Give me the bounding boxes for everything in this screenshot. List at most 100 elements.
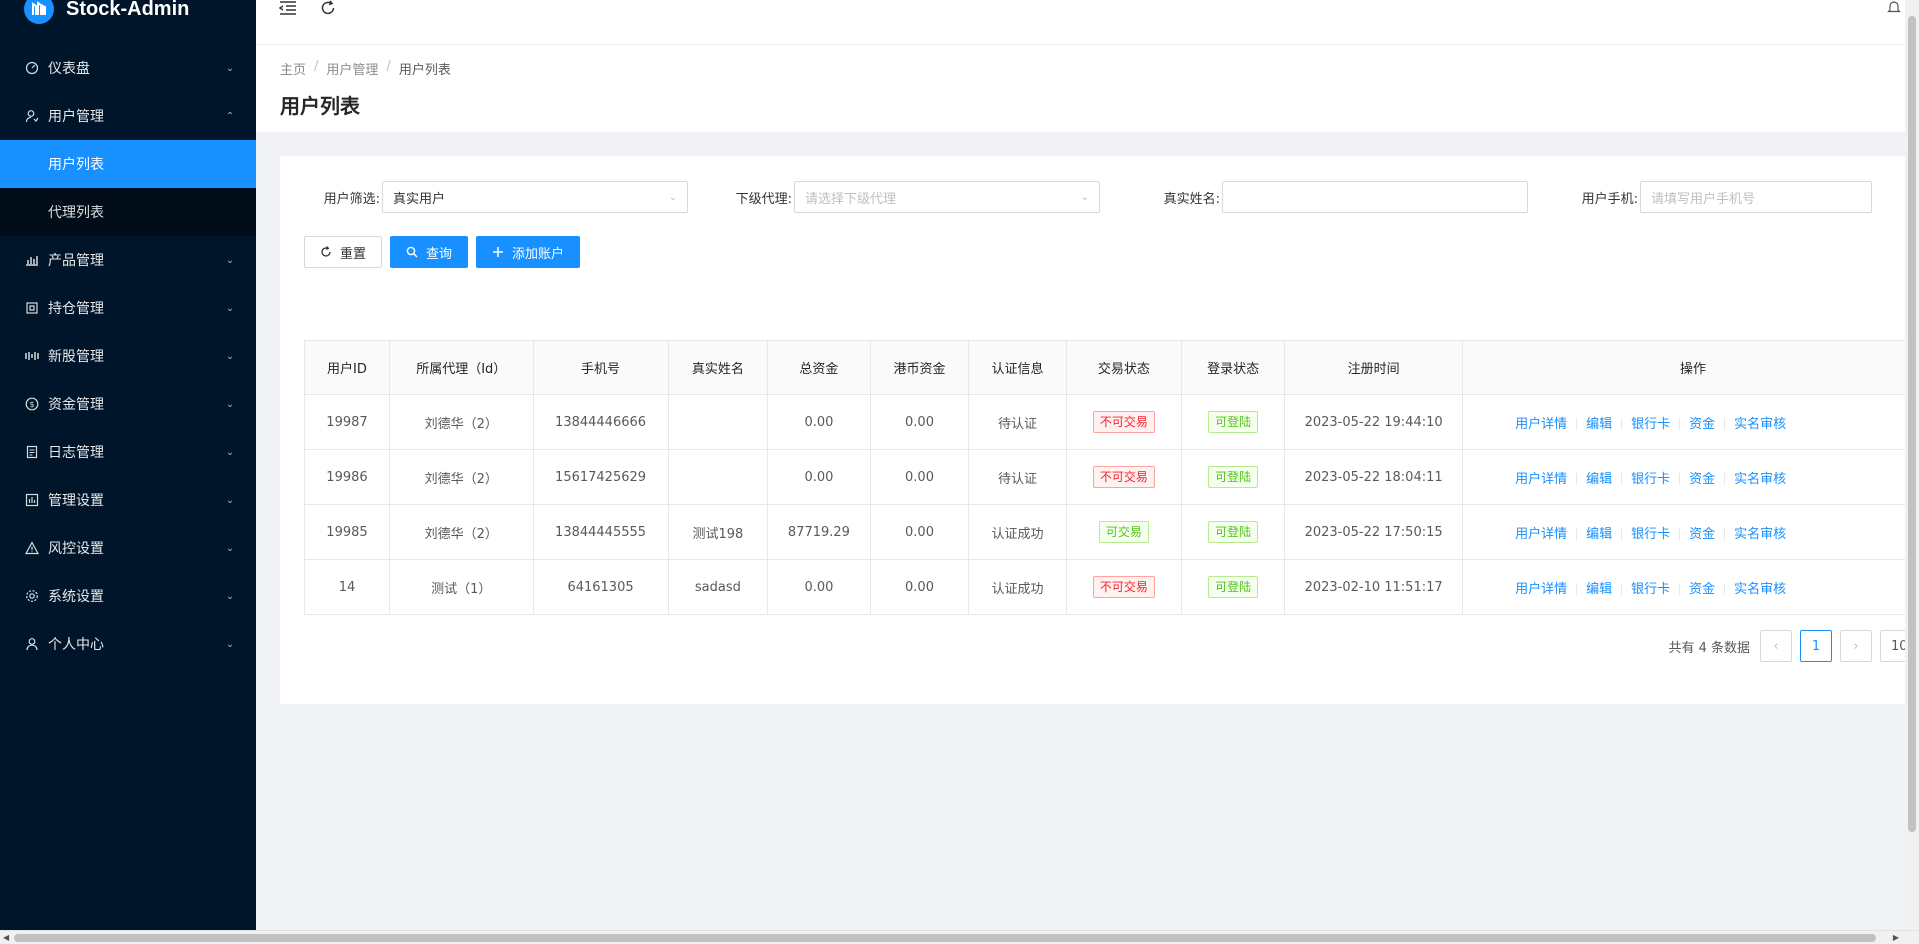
edit-link[interactable]: 编辑 — [1586, 417, 1612, 432]
realname-review-link[interactable]: 实名审核 — [1734, 472, 1786, 487]
sidebar-item-user-list[interactable]: 用户列表 — [0, 140, 256, 188]
chevron-down-icon: ⌄ — [1080, 191, 1089, 203]
filter-phone: 用户手机: 请填写用户手机号 — [1528, 181, 1872, 213]
horizontal-scrollbar[interactable]: ◀ ▶ — [0, 930, 1919, 944]
table-cell-auth: 认证成功 — [968, 504, 1067, 560]
table-row: 14 测试（1） 64161305 sadasd 0.00 0.00 认证成功 不可交易 可登陆… — [304, 559, 1919, 615]
bank-card-link[interactable]: 银行卡 — [1631, 472, 1670, 487]
user-filter-select[interactable]: 真实用户 ⌄ — [382, 181, 688, 213]
trade-status-badge: 可交易 — [1098, 521, 1149, 543]
sub-agent-select[interactable]: 请选择下级代理 ⌄ — [794, 181, 1100, 213]
sidebar-item-logs[interactable]: 日志管理 ⌄ — [0, 428, 256, 476]
sidebar-item-label: 新股管理 — [48, 349, 104, 365]
pagination-total: 共有 4 条数据 — [1668, 640, 1750, 656]
user-detail-link[interactable]: 用户详情 — [1515, 472, 1567, 487]
sidebar-item-agent-list[interactable]: 代理列表 — [0, 188, 256, 236]
action-divider — [1679, 473, 1681, 485]
bank-card-link[interactable]: 银行卡 — [1631, 527, 1670, 542]
realname-review-link[interactable]: 实名审核 — [1734, 527, 1786, 542]
sidebar-item-admin-settings[interactable]: 管理设置 ⌄ — [0, 476, 256, 524]
add-account-button[interactable]: 添加账户 — [476, 236, 581, 268]
menu-fold-icon[interactable] — [278, 0, 298, 18]
vertical-scrollbar[interactable] — [1905, 0, 1919, 930]
real-name-input[interactable] — [1222, 181, 1528, 213]
table-cell-name: 测试198 — [667, 504, 769, 560]
action-divider — [1724, 473, 1726, 485]
sidebar-item-ipo[interactable]: 新股管理 ⌄ — [0, 332, 256, 380]
query-button-label: 查询 — [426, 246, 453, 262]
sidebar-item-funds[interactable]: $ 资金管理 ⌄ — [0, 380, 256, 428]
edit-link[interactable]: 编辑 — [1586, 582, 1612, 597]
filter-sub-agent: 下级代理: 请选择下级代理 ⌄ — [688, 181, 1100, 213]
scrollbar-thumb[interactable] — [1908, 16, 1916, 832]
funds-link[interactable]: 资金 — [1689, 417, 1715, 432]
bank-card-link[interactable]: 银行卡 — [1631, 582, 1670, 597]
realname-review-link[interactable]: 实名审核 — [1734, 417, 1786, 432]
funds-link[interactable]: 资金 — [1689, 472, 1715, 487]
user-manage-icon — [24, 108, 40, 124]
breadcrumb-item-user-management[interactable]: 用户管理 — [326, 59, 378, 78]
column-header: 所属代理（Id） — [388, 340, 534, 395]
trade-status-badge: 不可交易 — [1092, 411, 1155, 433]
edit-link[interactable]: 编辑 — [1586, 527, 1612, 542]
position-icon — [24, 300, 40, 316]
scrollbar-thumb[interactable] — [14, 934, 1876, 942]
next-page-button[interactable]: › — [1840, 630, 1872, 662]
table-cell-id: 19986 — [304, 449, 390, 505]
chevron-up-icon: ⌃ — [225, 110, 235, 122]
funds-link[interactable]: 资金 — [1689, 582, 1715, 597]
sidebar-item-label: 用户列表 — [48, 157, 104, 173]
table-cell-hkd: 0.00 — [869, 559, 970, 615]
bell-icon[interactable] — [1887, 0, 1903, 16]
sidebar-item-label: 个人中心 — [48, 637, 104, 653]
chevron-left-icon: ‹ — [1773, 638, 1779, 654]
sidebar-item-risk-settings[interactable]: 风控设置 ⌄ — [0, 524, 256, 572]
main-area: 主页 / 用户管理 / 用户列表 用户列表 用户筛选: 真实用户 ⌄ 下级代理:… — [256, 0, 1919, 944]
refresh-icon[interactable] — [318, 0, 338, 18]
table-cell-id: 19987 — [304, 394, 390, 450]
breadcrumb-item-home[interactable]: 主页 — [280, 59, 306, 78]
column-header: 交易状态 — [1065, 340, 1183, 395]
logo[interactable]: Stock-Admin — [0, 0, 256, 30]
scroll-right-icon[interactable]: ▶ — [1893, 933, 1899, 942]
chevron-down-icon: ⌄ — [225, 542, 235, 554]
table-cell-total: 0.00 — [767, 449, 871, 505]
page-button[interactable]: 1 — [1800, 630, 1832, 662]
sidebar-item-positions[interactable]: 持仓管理 ⌄ — [0, 284, 256, 332]
realname-review-link[interactable]: 实名审核 — [1734, 582, 1786, 597]
prev-page-button[interactable]: ‹ — [1760, 630, 1792, 662]
login-status-badge: 可登陆 — [1208, 576, 1259, 598]
action-divider — [1621, 473, 1623, 485]
action-divider — [1576, 528, 1578, 540]
sidebar-item-user-management[interactable]: 用户管理 ⌃ — [0, 92, 256, 140]
funds-link[interactable]: 资金 — [1689, 527, 1715, 542]
table-cell-hkd: 0.00 — [869, 504, 970, 560]
table-cell-time: 2023-02-10 11:51:17 — [1284, 559, 1464, 615]
sidebar: Stock-Admin 仪表盘 ⌄ 用户管理 ⌃ 用户列表 代理列表 产品管理 … — [0, 0, 256, 944]
scroll-left-icon[interactable]: ◀ — [3, 933, 9, 942]
sidebar-item-personal-center[interactable]: 个人中心 ⌄ — [0, 620, 256, 668]
reload-icon — [320, 246, 332, 258]
table-cell-agent: 刘德华（2） — [388, 449, 534, 505]
action-divider — [1621, 418, 1623, 430]
query-button[interactable]: 查询 — [390, 236, 469, 268]
log-icon — [24, 444, 40, 460]
sidebar-item-system-settings[interactable]: 系统设置 ⌄ — [0, 572, 256, 620]
user-detail-link[interactable]: 用户详情 — [1515, 582, 1567, 597]
table-cell-actions: 用户详情 编辑 银行卡 资金 实名审核 — [1462, 504, 1919, 560]
login-status-badge: 可登陆 — [1208, 411, 1259, 433]
sidebar-item-dashboard[interactable]: 仪表盘 ⌄ — [0, 44, 256, 92]
reset-button[interactable]: 重置 — [304, 236, 383, 268]
column-header: 操作 — [1462, 340, 1919, 395]
breadcrumb-separator: / — [314, 59, 319, 74]
phone-input[interactable]: 请填写用户手机号 — [1640, 181, 1872, 213]
sidebar-item-products[interactable]: 产品管理 ⌄ — [0, 236, 256, 284]
table-cell-phone: 64161305 — [532, 559, 669, 615]
user-detail-link[interactable]: 用户详情 — [1515, 417, 1567, 432]
edit-link[interactable]: 编辑 — [1586, 472, 1612, 487]
user-detail-link[interactable]: 用户详情 — [1515, 527, 1567, 542]
bank-card-link[interactable]: 银行卡 — [1631, 417, 1670, 432]
column-header: 登录状态 — [1181, 340, 1286, 395]
sidebar-menu: 仪表盘 ⌄ 用户管理 ⌃ 用户列表 代理列表 产品管理 ⌄ 持仓管理 ⌄ 新股管… — [0, 44, 256, 668]
app-title: Stock-Admin — [66, 0, 190, 20]
